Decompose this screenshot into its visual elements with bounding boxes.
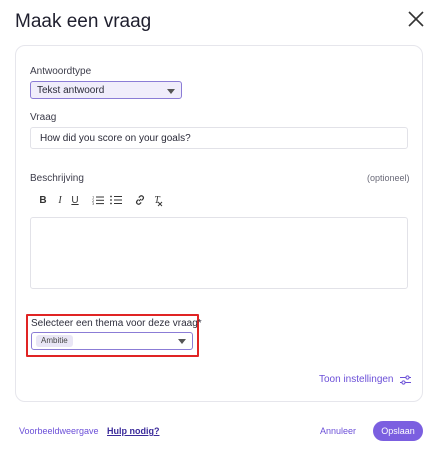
question-input[interactable] [30,127,408,149]
theme-chip[interactable]: Ambitie [36,335,73,347]
show-settings-link[interactable]: Toon instellingen [319,374,411,385]
link-icon[interactable] [134,193,146,207]
question-label: Vraag [30,112,57,123]
theme-select[interactable]: Ambitie [31,332,193,350]
preview-link[interactable]: Voorbeeldweergave [19,426,99,436]
underline-button[interactable]: U [70,193,80,207]
cancel-button[interactable]: Annuleer [320,426,356,436]
caret-down-icon [178,339,186,344]
answer-type-value: Tekst antwoord [37,85,105,96]
italic-button[interactable]: I [55,193,65,207]
save-button[interactable]: Opslaan [373,421,423,441]
show-settings-label: Toon instellingen [319,374,394,385]
help-link[interactable]: Hulp nodig? [107,426,159,436]
caret-down-icon [167,89,175,94]
clear-format-button[interactable]: T [151,193,163,207]
answer-type-label: Antwoordtype [30,66,92,77]
ordered-list-icon[interactable]: 1 2 3 [92,193,104,207]
theme-highlight-box: Selecteer een thema voor deze vraag* Amb… [26,314,202,357]
bullet-list-icon[interactable] [110,193,122,207]
dialog-title: Maak een vraag [15,11,152,32]
sliders-icon [399,374,411,385]
optional-label: (optioneel) [367,173,410,183]
close-icon[interactable] [405,8,427,30]
clear-x-icon [157,201,163,207]
description-editor[interactable] [30,217,408,289]
description-label: Beschrijving [30,173,84,184]
answer-type-select[interactable]: Tekst antwoord [30,81,182,99]
theme-label: Selecteer een thema voor deze vraag* [31,318,202,329]
svg-text:3: 3 [92,202,94,205]
bold-button[interactable]: B [38,193,48,207]
question-form-card: Antwoordtype Tekst antwoord Vraag Beschr… [15,45,423,402]
